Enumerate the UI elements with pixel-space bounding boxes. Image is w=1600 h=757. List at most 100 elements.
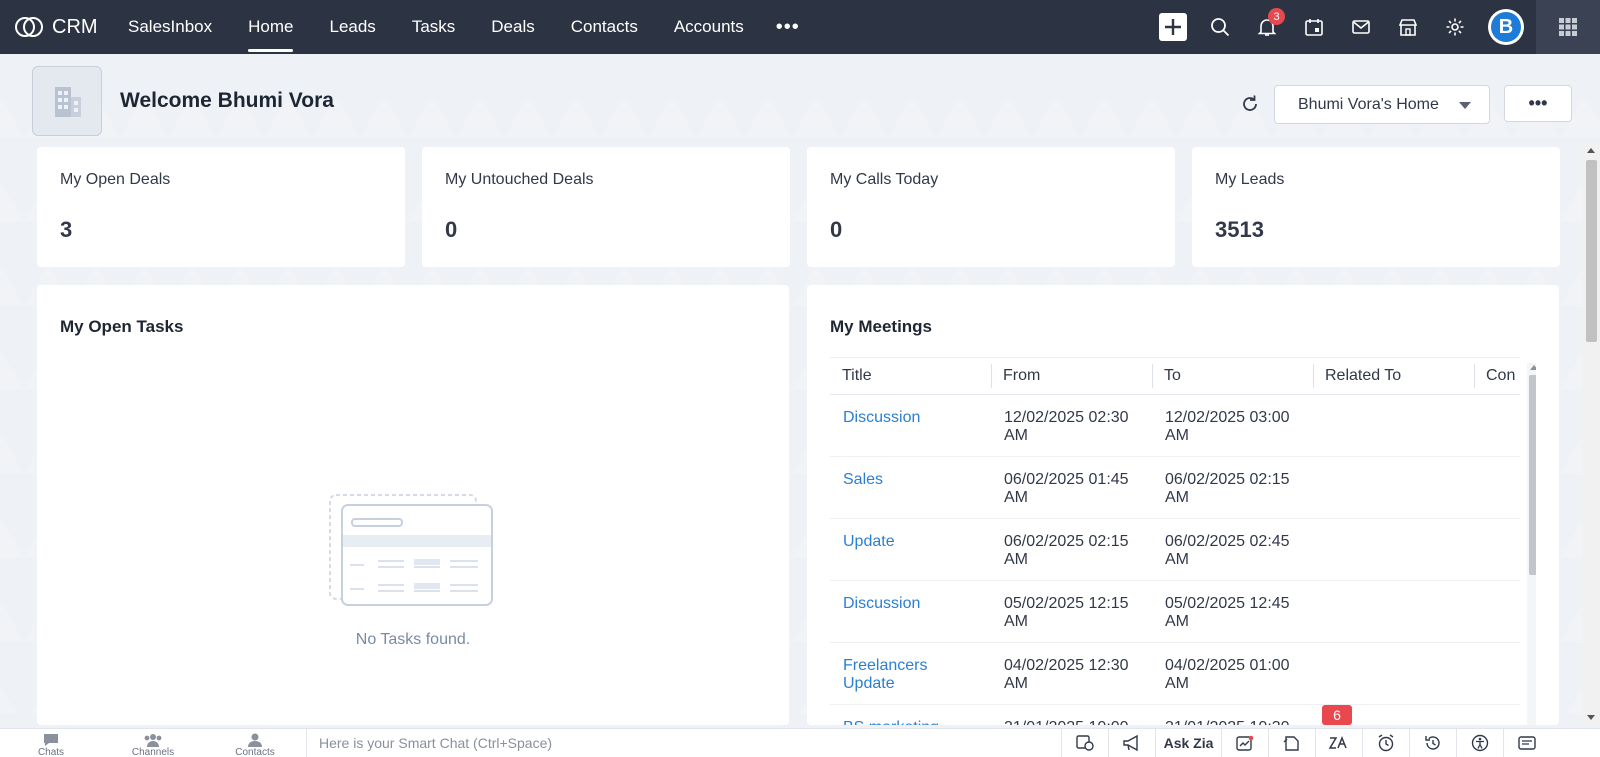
schedule-button[interactable] <box>1061 728 1108 757</box>
meeting-title-link[interactable]: Discussion <box>830 580 991 643</box>
scroll-down-arrow-icon[interactable] <box>1587 715 1595 720</box>
notifications-button[interactable]: 3 <box>1243 0 1290 54</box>
history-button[interactable] <box>1409 728 1456 757</box>
history-icon <box>1425 736 1440 750</box>
kpi-card-untouched-deals[interactable]: My Untouched Deals 0 <box>422 147 790 267</box>
meeting-title-link[interactable]: Discussion <box>830 394 991 457</box>
calendar-icon <box>1304 19 1323 36</box>
table-row: Freelancers Update 04/02/2025 12:30 AM 0… <box>830 642 1520 705</box>
create-button[interactable] <box>1149 0 1196 54</box>
chats-button[interactable]: Chats <box>0 729 102 757</box>
tab-contacts[interactable]: Contacts <box>553 0 656 54</box>
scrollbar-thumb[interactable] <box>1529 375 1536 575</box>
tab-tasks[interactable]: Tasks <box>394 0 473 54</box>
reminders-button[interactable] <box>1362 728 1409 757</box>
mail-button[interactable] <box>1337 0 1384 54</box>
kpi-card-open-deals[interactable]: My Open Deals 3 <box>37 147 405 267</box>
refresh-icon <box>1243 95 1257 111</box>
meeting-to: 05/02/2025 12:45 AM <box>1152 580 1313 643</box>
column-header-from[interactable]: From <box>991 357 1152 395</box>
meeting-from: 12/02/2025 02:30 AM <box>991 394 1152 457</box>
more-tabs-button[interactable]: ••• <box>762 16 814 39</box>
ask-zia-button[interactable]: Ask Zia <box>1155 728 1221 757</box>
kpi-label: My Leads <box>1215 171 1285 188</box>
bottom-toolbar: Chats Channels Contacts Here is your Sma… <box>0 704 1600 757</box>
scroll-up-arrow-icon[interactable] <box>1530 365 1536 370</box>
zia-button[interactable]: 6 <box>1315 704 1362 757</box>
user-avatar[interactable]: B <box>1488 9 1524 45</box>
organization-logo[interactable] <box>32 66 102 136</box>
tab-home[interactable]: Home <box>230 0 311 54</box>
kpi-label: My Calls Today <box>830 171 939 188</box>
meeting-contact <box>1474 518 1520 581</box>
chats-label: Chats <box>37 746 65 757</box>
analytics-button[interactable] <box>1221 728 1268 757</box>
meeting-contact <box>1474 704 1520 725</box>
meeting-title-link[interactable]: Sales <box>830 456 991 519</box>
meeting-title-link[interactable]: Update <box>830 518 991 581</box>
store-icon <box>1398 19 1417 36</box>
meetings-table: Title From To Related To Con Discussion … <box>830 357 1520 725</box>
search-icon <box>1210 18 1229 37</box>
meetings-panel: My Meetings Title From To Related To Con… <box>807 285 1559 725</box>
meeting-to: 06/02/2025 02:15 AM <box>1152 456 1313 519</box>
meeting-related-to <box>1313 642 1474 705</box>
column-header-title[interactable]: Title <box>830 357 991 395</box>
home-more-options-button[interactable]: ••• <box>1504 85 1572 122</box>
meeting-from: 06/02/2025 01:45 AM <box>991 456 1152 519</box>
meeting-title-link[interactable]: BS marketing <box>830 704 991 725</box>
building-icon <box>55 87 81 117</box>
kpi-value: 0 <box>830 217 843 242</box>
meeting-contact <box>1474 456 1520 519</box>
chat-bubble-icon <box>44 733 58 746</box>
meeting-related-to <box>1313 518 1474 581</box>
gear-icon <box>1446 18 1463 36</box>
calendar-button[interactable] <box>1290 0 1337 54</box>
column-header-related-to[interactable]: Related To <box>1313 357 1474 395</box>
refresh-button[interactable] <box>1236 90 1264 118</box>
zia-notification-badge: 6 <box>1322 704 1352 725</box>
accessibility-icon <box>1471 734 1489 752</box>
column-header-contact[interactable]: Con <box>1474 357 1520 395</box>
home-view-dropdown[interactable]: Bhumi Vora's Home <box>1274 85 1490 124</box>
table-row: Sales 06/02/2025 01:45 AM 06/02/2025 02:… <box>830 456 1520 519</box>
meeting-related-to <box>1313 456 1474 519</box>
tab-leads[interactable]: Leads <box>311 0 393 54</box>
meeting-contact <box>1474 394 1520 457</box>
smart-chat-input[interactable]: Here is your Smart Chat (Ctrl+Space) <box>306 728 1061 757</box>
meetings-scrollbar[interactable] <box>1527 363 1536 725</box>
chart-icon <box>1236 735 1254 751</box>
search-button[interactable] <box>1196 0 1243 54</box>
marketplace-button[interactable] <box>1384 0 1431 54</box>
chevron-down-icon <box>1459 102 1471 109</box>
accessibility-button[interactable] <box>1456 728 1503 757</box>
kpi-card-calls-today[interactable]: My Calls Today 0 <box>807 147 1175 267</box>
meetings-table-container: Title From To Related To Con Discussion … <box>830 357 1536 725</box>
megaphone-icon <box>1123 735 1138 751</box>
page-scrollbar[interactable] <box>1582 144 1600 724</box>
settings-button[interactable] <box>1431 0 1478 54</box>
kpi-card-my-leads[interactable]: My Leads 3513 <box>1192 147 1560 267</box>
scroll-up-arrow-icon[interactable] <box>1587 148 1595 153</box>
kpi-value: 3 <box>60 217 73 242</box>
channels-label: Channels <box>131 746 175 757</box>
grid-icon <box>1559 18 1577 36</box>
apps-grid-button[interactable] <box>1536 0 1600 54</box>
tab-accounts[interactable]: Accounts <box>656 0 762 54</box>
column-header-to[interactable]: To <box>1152 357 1313 395</box>
channels-button[interactable]: Channels <box>102 729 204 757</box>
notification-count-badge: 3 <box>1268 8 1285 25</box>
feedback-button[interactable] <box>1503 728 1550 757</box>
home-view-label: Bhumi Vora's Home <box>1298 95 1439 113</box>
meeting-from: 06/02/2025 02:15 AM <box>991 518 1152 581</box>
page-scrollbar-thumb[interactable] <box>1586 160 1597 342</box>
crm-logo[interactable]: CRM <box>0 16 110 39</box>
announcements-button[interactable] <box>1108 728 1155 757</box>
kpi-label: My Untouched Deals <box>445 171 594 188</box>
contacts-button[interactable]: Contacts <box>204 729 306 757</box>
notes-button[interactable] <box>1268 728 1315 757</box>
kpi-value: 0 <box>445 217 458 242</box>
tab-salesinbox[interactable]: SalesInbox <box>110 0 230 54</box>
tab-deals[interactable]: Deals <box>473 0 552 54</box>
meeting-title-link[interactable]: Freelancers Update <box>830 642 991 705</box>
